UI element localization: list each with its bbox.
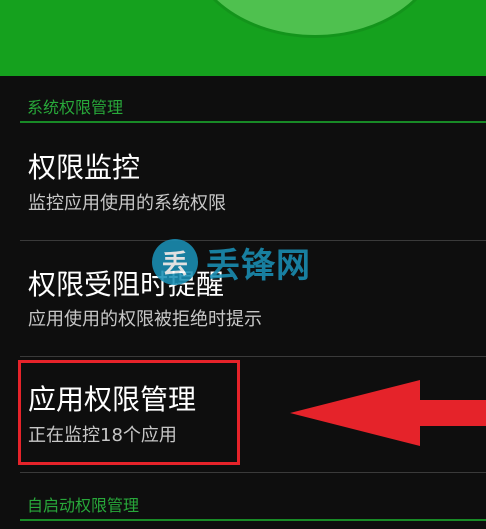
item-title: 权限监控 <box>28 151 141 184</box>
app-logo-circle-icon <box>190 0 440 35</box>
highlight-box <box>18 360 240 465</box>
watermark: 丢 丢锋网 <box>152 238 311 286</box>
section-divider <box>20 121 486 123</box>
top-banner <box>0 0 486 76</box>
item-subtitle: 监控应用使用的系统权限 <box>28 193 226 214</box>
list-divider <box>20 472 486 473</box>
red-arrow-icon <box>290 380 486 446</box>
section-header-autostart: 自启动权限管理 <box>0 492 486 522</box>
section-header-system: 系统权限管理 <box>0 94 486 124</box>
watermark-logo: 丢 <box>152 239 198 285</box>
item-subtitle: 应用使用的权限被拒绝时提示 <box>28 309 262 330</box>
section-header-label: 自启动权限管理 <box>27 496 140 515</box>
permission-settings-screen: 系统权限管理 权限监控 监控应用使用的系统权限 权限受阻时提醒 应用使用的权限被… <box>0 0 486 529</box>
list-item-permission-monitor[interactable]: 权限监控 监控应用使用的系统权限 <box>0 125 486 240</box>
watermark-brand: 丢锋网 <box>206 245 311 286</box>
section-header-label: 系统权限管理 <box>27 98 124 117</box>
section-divider <box>20 519 486 521</box>
